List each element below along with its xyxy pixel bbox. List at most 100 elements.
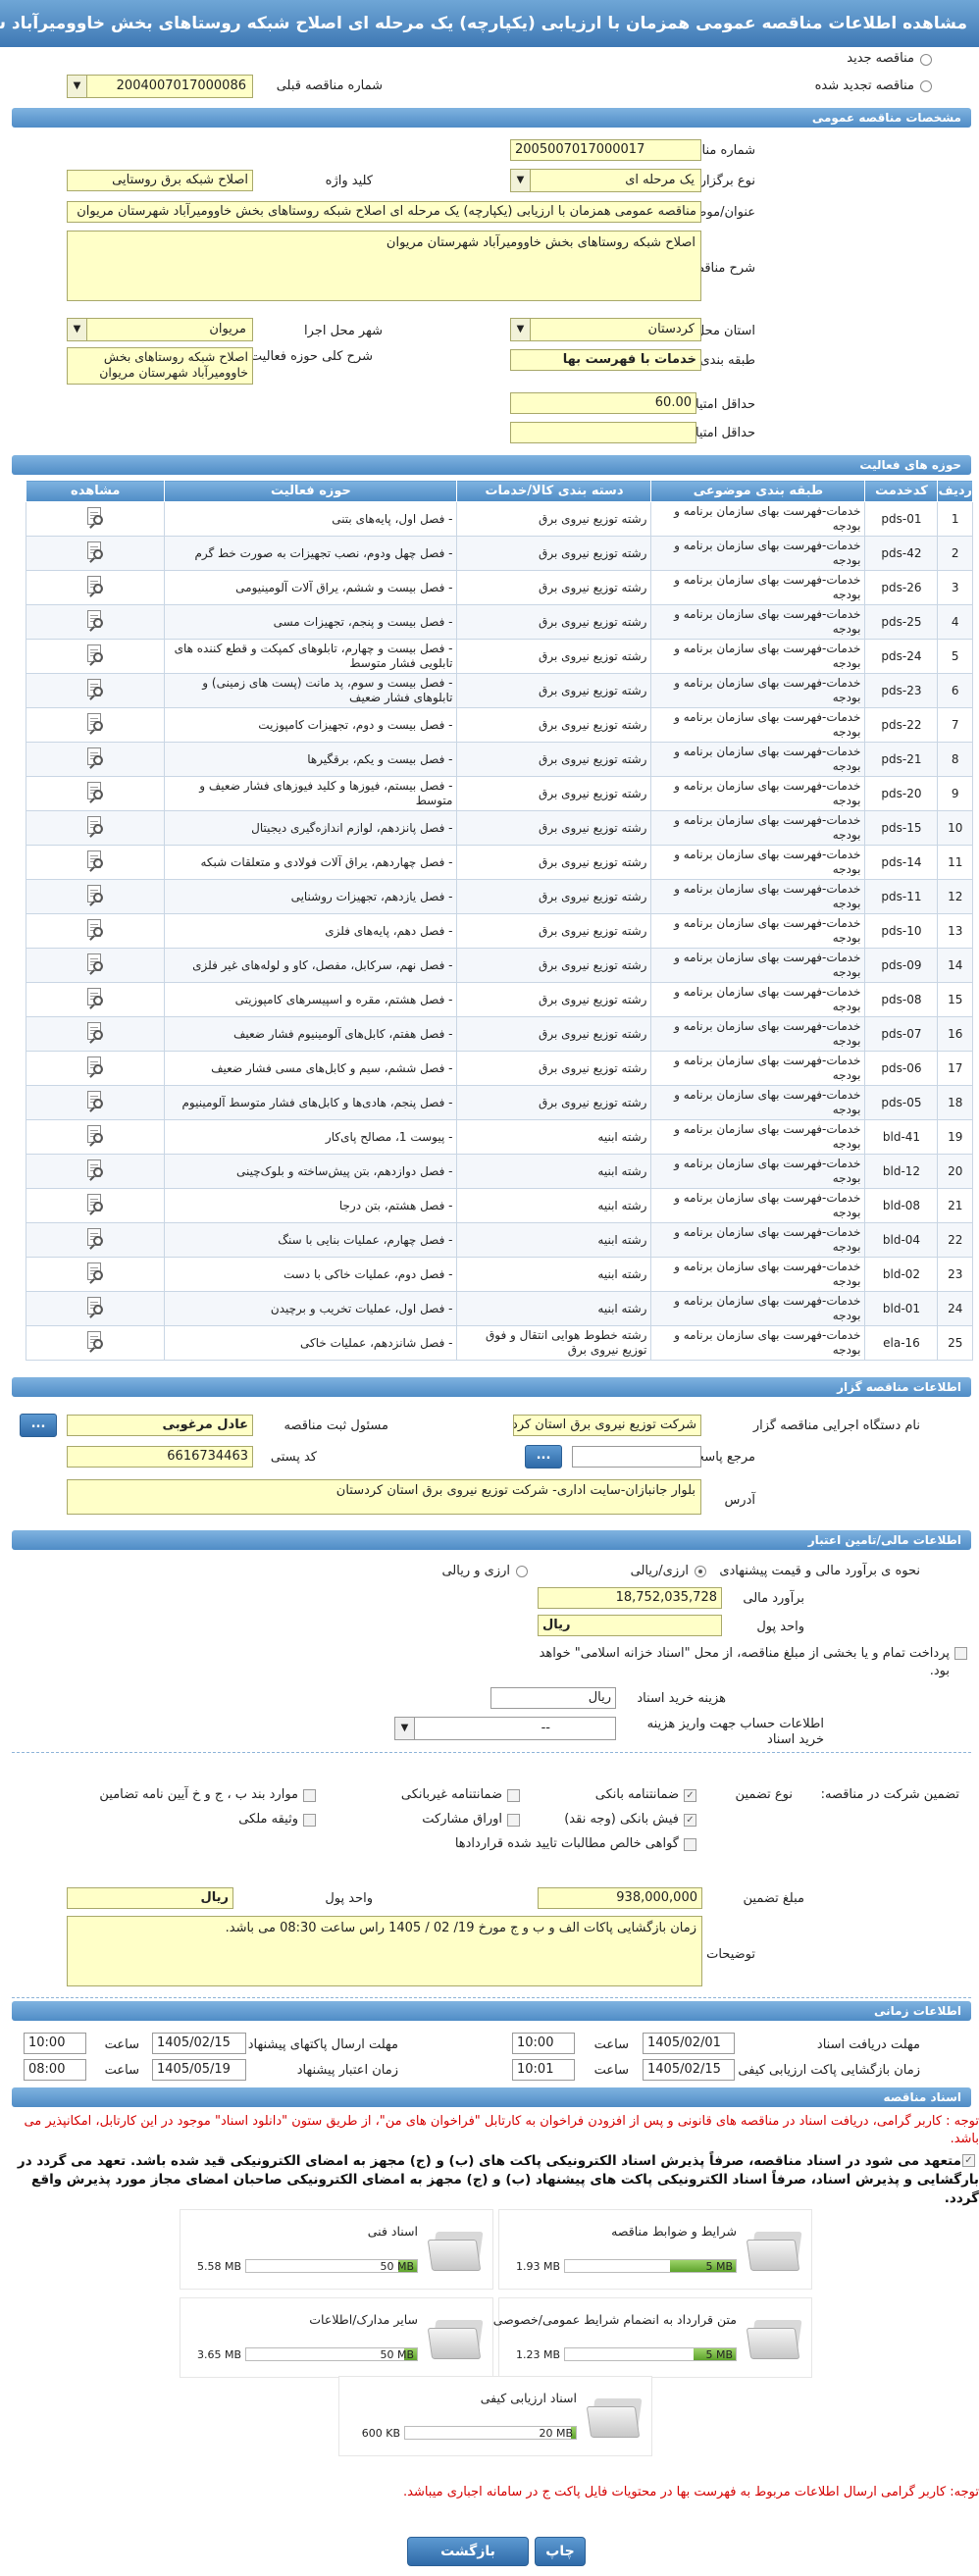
doc-name: متن قرارداد به انضمام شرایط عمومی/خصوصی — [492, 2312, 737, 2327]
opt-rial-radio[interactable] — [695, 1566, 706, 1577]
back-button[interactable]: بازگشت — [407, 2537, 529, 2566]
view-document-icon[interactable] — [84, 644, 106, 665]
folder-icon — [586, 2395, 644, 2440]
doc-size: 1.23 MB — [515, 2348, 560, 2361]
row-category: خدمات-فهرست بهای سازمان برنامه و بودجه — [650, 604, 866, 640]
category-field[interactable]: خدمات با فهرست بها — [510, 349, 701, 371]
table-row: 25 ela-16 خدمات-فهرست بهای سازمان برنامه و… — [25, 1325, 973, 1361]
print-button[interactable]: چاپ — [535, 2537, 586, 2566]
g-bonds-checkbox[interactable] — [507, 1814, 520, 1827]
quality-open-date-field[interactable]: 1405/02/15 — [643, 2059, 735, 2081]
g-cases-checkbox[interactable] — [303, 1789, 316, 1802]
chevron-down-icon: ▼ — [395, 1718, 415, 1739]
send-date-field[interactable]: 1405/02/15 — [152, 2033, 246, 2054]
number-field[interactable]: 2005007017000017 — [510, 139, 701, 161]
row-activity: - فصل بیست و چهارم، تابلوهای کمپکت و قطع… — [164, 639, 458, 674]
quality-open-time-field[interactable]: 10:01 — [512, 2059, 575, 2081]
view-document-icon[interactable] — [84, 678, 106, 699]
view-document-icon[interactable] — [84, 918, 106, 940]
receive-date-field[interactable]: 1405/02/01 — [643, 2033, 735, 2054]
activity-table-body: 1 pds-01 خدمات-فهرست بهای سازمان برنامه و … — [25, 501, 973, 1361]
doc-item-technical[interactable]: اسناد فنی 50 MB 5.58 MB — [180, 2209, 493, 2290]
service-code: bld-01 — [864, 1291, 939, 1326]
view-document-icon[interactable] — [84, 1296, 106, 1317]
city-select[interactable]: ▼ مریوان — [67, 318, 253, 341]
view-document-icon[interactable] — [84, 747, 106, 768]
view-cell — [25, 1257, 166, 1292]
row-category: خدمات-فهرست بهای سازمان برنامه و بودجه — [650, 845, 866, 880]
view-document-icon[interactable] — [84, 1021, 106, 1043]
row-category: خدمات-فهرست بهای سازمان برنامه و بودجه — [650, 1257, 866, 1292]
view-document-icon[interactable] — [84, 575, 106, 596]
account-select[interactable]: ▼ -- — [394, 1717, 616, 1740]
view-document-icon[interactable] — [84, 1056, 106, 1077]
view-document-icon[interactable] — [84, 884, 106, 905]
estimate-field[interactable]: 18,752,035,728 — [538, 1587, 722, 1609]
prev-number-select[interactable]: ▼ 2004007017000086 — [67, 75, 253, 98]
view-document-icon[interactable] — [84, 712, 106, 734]
view-document-icon[interactable] — [84, 1090, 106, 1111]
keyword-field[interactable]: اصلاح شبکه برق روستایی — [67, 170, 253, 191]
view-document-icon[interactable] — [84, 609, 106, 631]
type-select[interactable]: ▼ یک مرحله ای — [510, 169, 701, 192]
view-document-icon[interactable] — [84, 1227, 106, 1249]
view-document-icon[interactable] — [84, 1193, 106, 1214]
treasury-checkbox[interactable] — [954, 1647, 967, 1660]
validity-date-field[interactable]: 1405/05/19 — [152, 2059, 246, 2081]
device-label: نام دستگاه اجرایی مناقصه گزار — [752, 1418, 920, 1433]
activity-desc-field[interactable]: اصلاح شبکه روستاهای بخش خاوومیرآباد شهرس… — [67, 347, 253, 385]
subject-field[interactable]: مناقصه عمومی همزمان با ارزیابی (یکپارچه)… — [67, 201, 701, 223]
g-property-checkbox[interactable] — [303, 1814, 316, 1827]
desc-field[interactable]: اصلاح شبکه روستاهای بخش خاوومیرآباد شهرس… — [67, 231, 701, 301]
table-row: 1 pds-01 خدمات-فهرست بهای سازمان برنامه و … — [25, 501, 973, 537]
postal-field[interactable]: 6616734463 — [67, 1446, 253, 1468]
amount-field[interactable]: 938,000,000 — [538, 1887, 702, 1909]
doc-cost-field[interactable]: ریال — [490, 1687, 616, 1709]
device-field[interactable]: شرکت توزیع نیروی برق استان کردستان — [513, 1415, 701, 1436]
row-number: 3 — [937, 570, 973, 605]
view-document-icon[interactable] — [84, 781, 106, 802]
new-tender-radio[interactable] — [920, 54, 932, 66]
ref-lookup-button[interactable]: ... — [525, 1445, 562, 1468]
view-document-icon[interactable] — [84, 1330, 106, 1352]
receive-time-field[interactable]: 10:00 — [512, 2033, 575, 2054]
view-document-icon[interactable] — [84, 850, 106, 871]
doc-item-contract[interactable]: متن قرارداد به انضمام شرایط عمومی/خصوصی … — [493, 2297, 812, 2378]
view-document-icon[interactable] — [84, 1262, 106, 1283]
view-document-icon[interactable] — [84, 506, 106, 528]
validity-time-field[interactable]: 08:00 — [24, 2059, 86, 2081]
renewed-tender-radio[interactable] — [920, 80, 932, 92]
min-tech-field[interactable] — [510, 422, 696, 443]
view-document-icon[interactable] — [84, 1124, 106, 1146]
send-time-field[interactable]: 10:00 — [24, 2033, 86, 2054]
address-field[interactable]: بلوار جانبازان-سایت اداری- شرکت توزیع نی… — [67, 1479, 701, 1515]
view-document-icon[interactable] — [84, 987, 106, 1008]
doc-item-quality[interactable]: اسناد ارزیابی کیفی 20 MB 600 KB — [338, 2376, 652, 2456]
currency-field[interactable]: ریال — [538, 1615, 722, 1636]
row-category: خدمات-فهرست بهای سازمان برنامه و بودجه — [650, 1291, 866, 1326]
view-document-icon[interactable] — [84, 541, 106, 562]
ref-field[interactable] — [572, 1446, 701, 1468]
view-document-icon[interactable] — [84, 815, 106, 837]
row-number: 12 — [937, 879, 973, 914]
validity-time-label: ساعت — [104, 2063, 139, 2078]
view-document-icon[interactable] — [84, 1159, 106, 1180]
g-check-checkbox[interactable]: ✓ — [684, 1814, 696, 1827]
g-nonbank-checkbox[interactable] — [507, 1789, 520, 1802]
doc-item-other[interactable]: سایر مدارک/اطلاعات 50 MB 3.65 MB — [180, 2297, 493, 2378]
view-document-icon[interactable] — [84, 953, 106, 974]
table-row: 5 pds-24 خدمات-فهرست بهای سازمان برنامه و … — [25, 639, 973, 674]
min-quality-field[interactable]: 60.00 — [510, 392, 696, 414]
notes-field[interactable]: زمان بازگشایی پاکات الف و ب و ج مورخ 19/… — [67, 1916, 702, 1986]
service-code: pds-26 — [864, 570, 939, 605]
finance-divider-1 — [12, 1752, 971, 1753]
registrar-lookup-button[interactable]: ... — [20, 1414, 57, 1437]
opt-rial-currency-radio[interactable] — [516, 1566, 528, 1577]
doc-item-terms[interactable]: شرایط و ضوابط مناقصه 5 MB 1.93 MB — [498, 2209, 812, 2290]
g-claims-checkbox[interactable] — [684, 1838, 696, 1851]
province-select[interactable]: ▼ کردستان — [510, 318, 701, 341]
g-bank-checkbox[interactable]: ✓ — [684, 1789, 696, 1802]
amount-currency-field[interactable]: ریال — [67, 1887, 233, 1909]
row-number: 13 — [937, 913, 973, 949]
registrar-field[interactable]: عادل مرغوبی — [67, 1415, 253, 1436]
